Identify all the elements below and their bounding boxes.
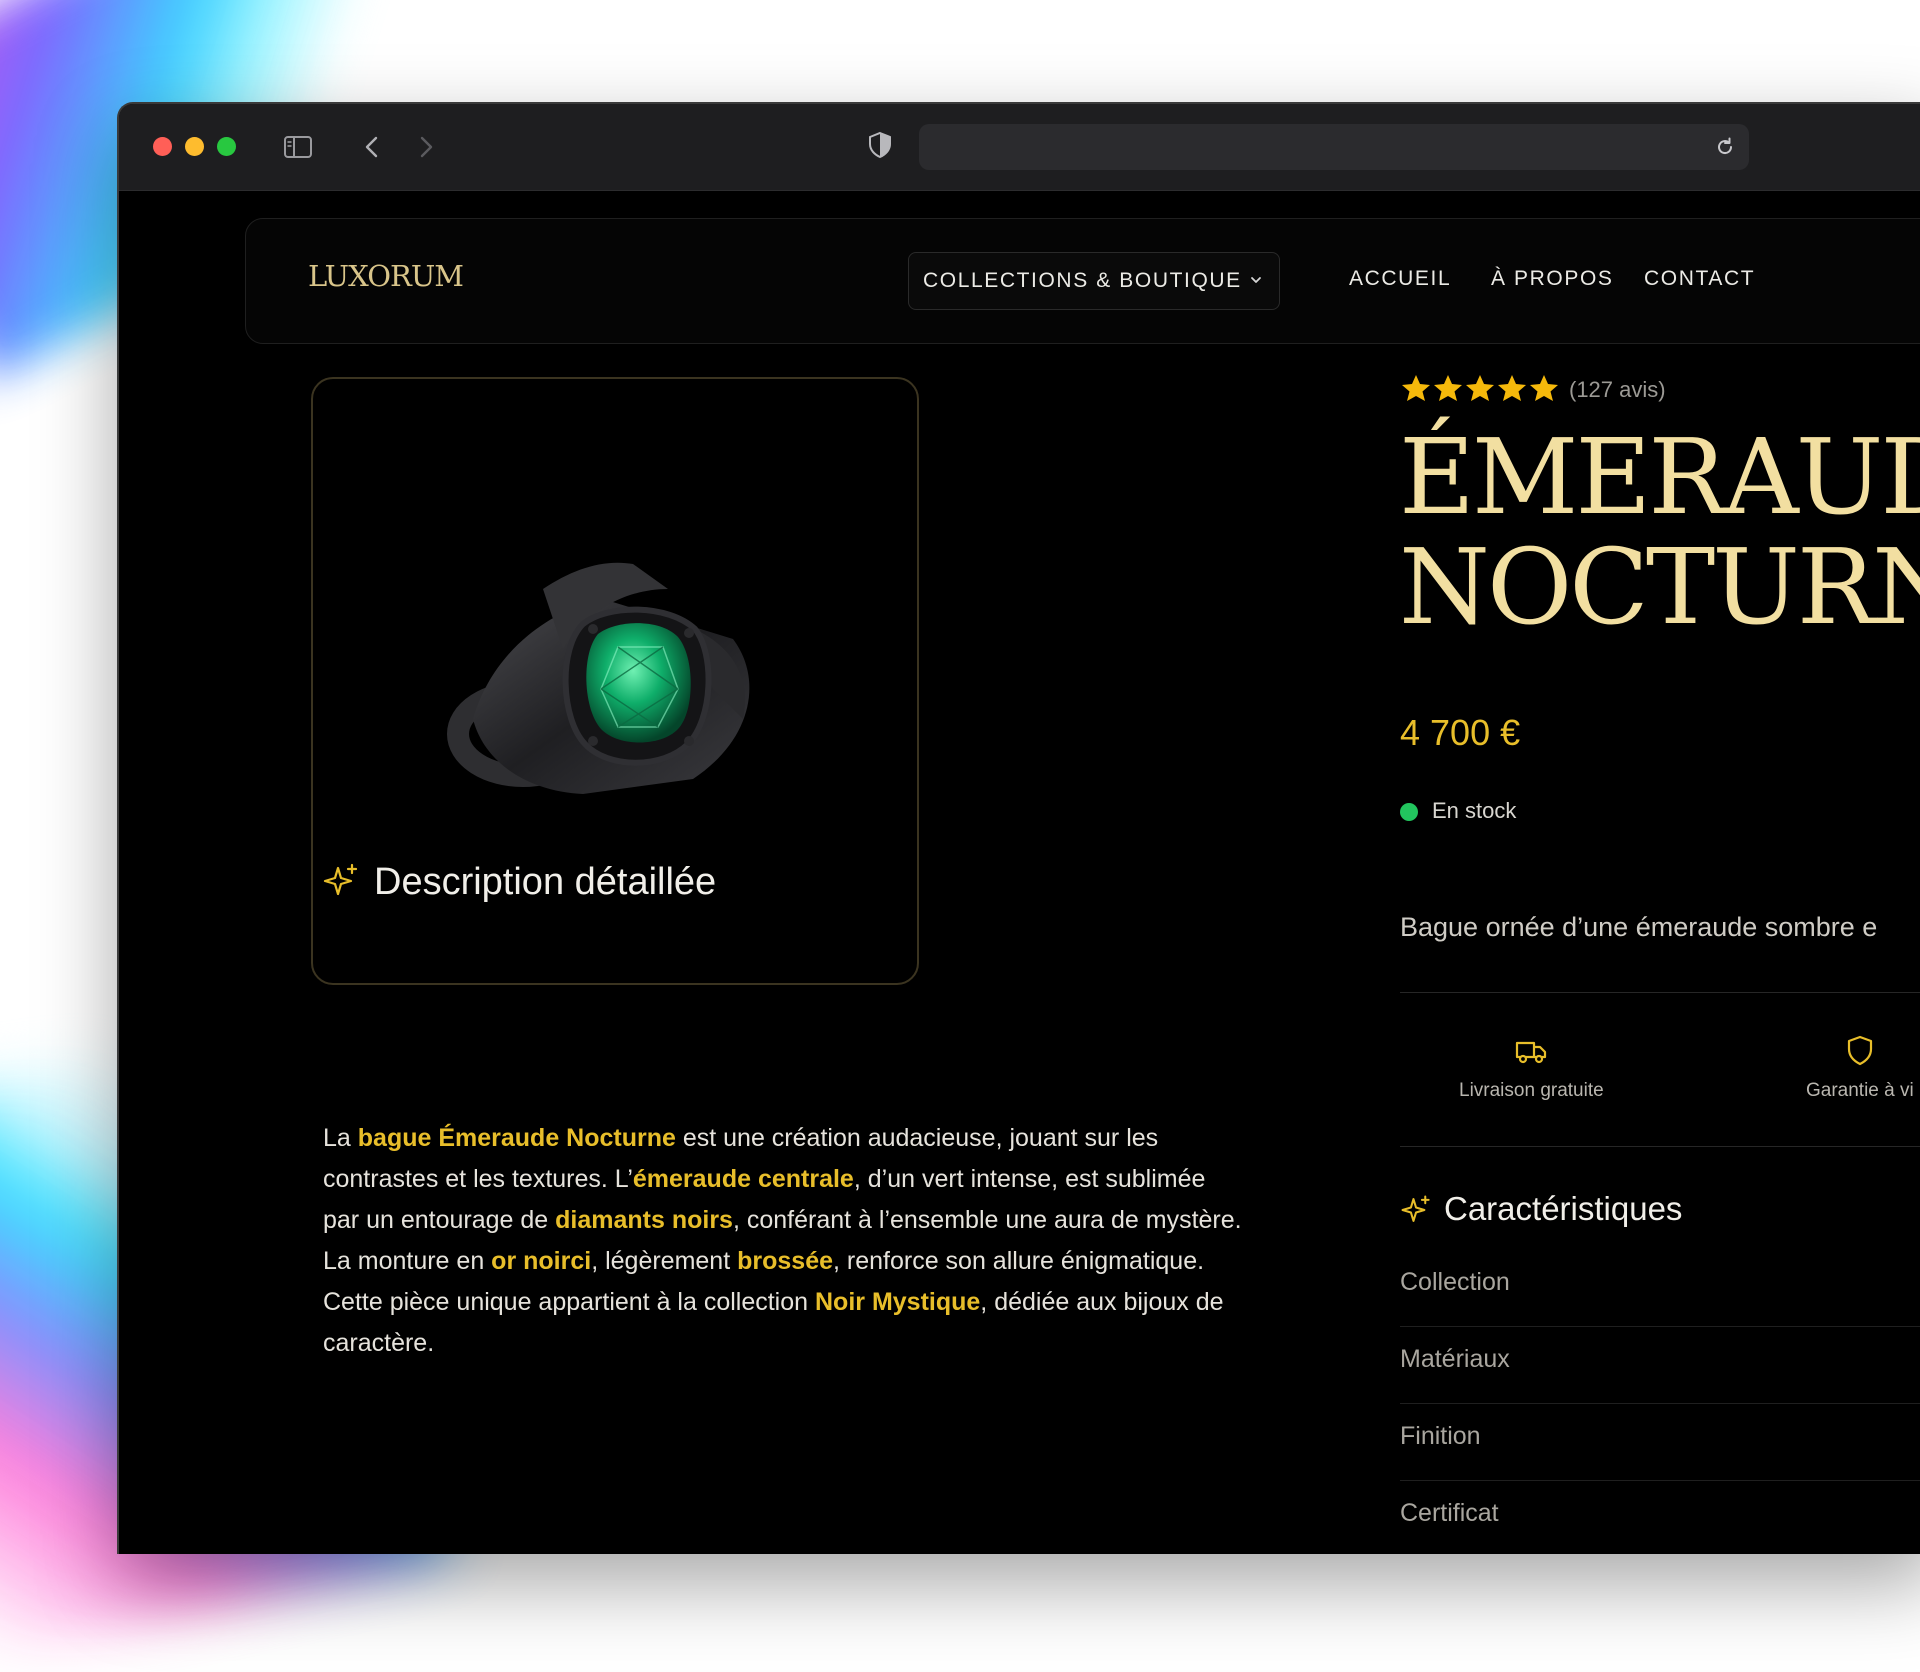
zoom-window-button[interactable] [217,137,236,156]
divider [1400,1146,1920,1147]
product-title-line1: ÉMERAUD [1399,416,1920,538]
desc-highlight: émeraude centrale [632,1165,854,1193]
stock-indicator-icon [1400,803,1418,821]
spec-key: Finition [1400,1422,1481,1450]
shield-icon [1847,1035,1872,1066]
back-arrow-icon[interactable] [357,132,387,162]
product-title: ÉMERAUD NOCTURN [1399,422,1920,642]
sidebar-toggle-icon[interactable] [283,132,313,162]
product-summary: Bague ornée d’une émeraude sombre e [1400,912,1878,942]
desc-highlight: brossée [737,1247,833,1275]
perk-free-shipping: Livraison gratuite [1459,1032,1604,1102]
divider [1400,992,1920,993]
reload-icon[interactable] [1713,135,1737,159]
description-title: Description détaillée [374,861,717,903]
spec-key: Collection [1400,1268,1510,1296]
product-price: 4 700 € [1400,712,1521,753]
nav-collections-label: COLLECTIONS & BOUTIQUE [923,269,1242,292]
nav-collections-dropdown[interactable]: COLLECTIONS & BOUTIQUE [908,252,1280,310]
description-body: La bague Émeraude Nocturne est une créat… [323,1118,1243,1364]
desc-highlight: bague Émeraude Nocturne [357,1124,676,1152]
spec-row: Matériaux O [1400,1327,1920,1404]
privacy-shield-icon[interactable] [865,130,895,160]
nav-home-link[interactable]: ACCUEIL [1349,267,1451,291]
spec-row: Collection [1400,1250,1920,1327]
browser-window: LUXORUM COLLECTIONS & BOUTIQUE ACCUEIL À… [117,102,1920,1554]
desc-text: , légèrement [591,1247,738,1275]
close-window-button[interactable] [153,137,172,156]
site-header: LUXORUM COLLECTIONS & BOUTIQUE ACCUEIL À… [245,218,1920,344]
perk-label: Livraison gratuite [1459,1080,1604,1101]
characteristics-title: Caractéristiques [1444,1190,1683,1227]
desc-text: La [323,1124,358,1152]
desc-highlight: diamants noirs [555,1206,733,1234]
perk-label: Garantie à vi [1806,1080,1914,1101]
desc-highlight: Noir Mystique [815,1288,981,1316]
spec-key: Certificat [1400,1499,1499,1527]
emerald-ring-image [447,562,750,794]
address-bar[interactable] [919,124,1749,170]
sparkle-icon [1401,1195,1430,1222]
nav-about-link[interactable]: À PROPOS [1491,267,1614,291]
desc-highlight: or noirci [491,1247,592,1275]
spec-key: Matériaux [1400,1345,1510,1373]
truck-icon [1516,1041,1547,1064]
reviews-count[interactable]: (127 avis) [1569,377,1666,403]
sparkle-icon [323,863,358,896]
rating-stars-icon [1402,375,1558,401]
forward-arrow-icon[interactable] [411,132,441,162]
product-title-line2: NOCTURN [1399,526,1920,648]
browser-toolbar [119,104,1920,191]
spec-row: Finition [1400,1404,1920,1481]
spec-row: Certificat [1400,1481,1920,1554]
perk-warranty: Garantie à vi [1806,1032,1914,1102]
chevron-down-icon [1251,277,1261,283]
nav-contact-link[interactable]: CONTACT [1644,267,1755,291]
minimize-window-button[interactable] [185,137,204,156]
stock-label: En stock [1432,798,1517,823]
brand-logo[interactable]: LUXORUM [308,259,464,293]
